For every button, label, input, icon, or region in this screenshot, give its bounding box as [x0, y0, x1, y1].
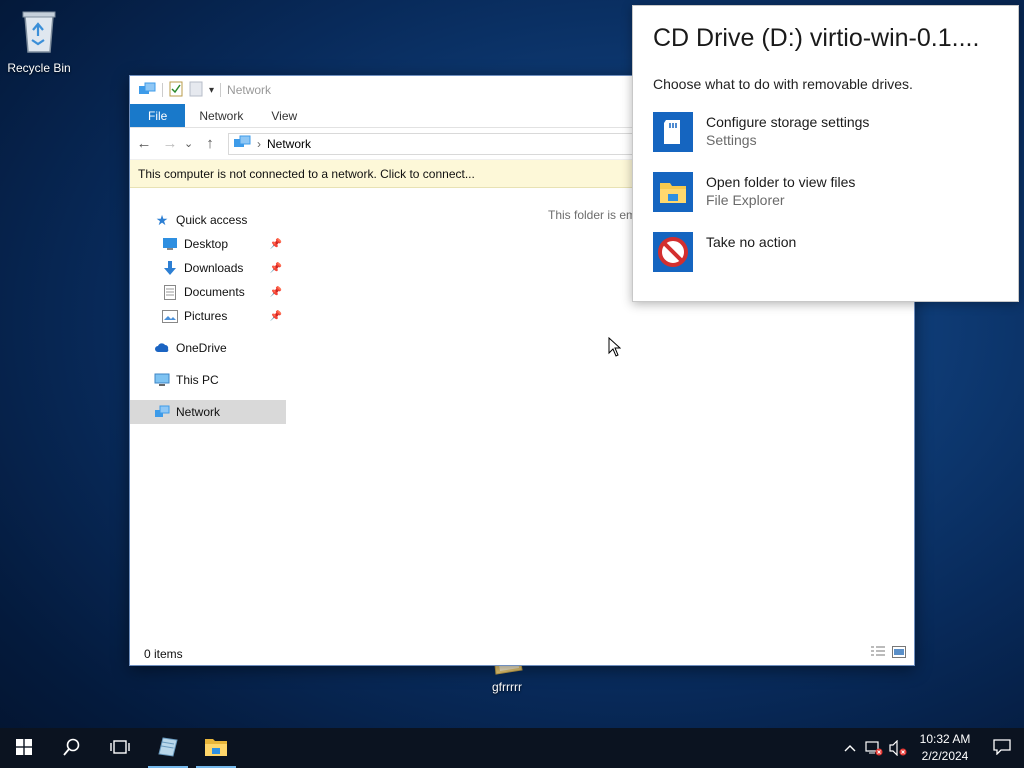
option-label: Open folder to view files [706, 174, 856, 190]
recent-locations-button[interactable]: ⌄ [184, 137, 193, 150]
start-icon [16, 738, 32, 758]
empty-folder-message: This folder is em [548, 208, 637, 222]
large-icons-view-icon[interactable] [892, 646, 906, 661]
network-icon [233, 135, 251, 152]
nav-label: OneDrive [176, 341, 227, 355]
clock-time: 10:32 AM [919, 732, 971, 746]
tab-view[interactable]: View [257, 104, 311, 127]
clock[interactable]: 10:32 AM 2/2/2024 [910, 731, 980, 765]
nav-label: Network [176, 405, 221, 419]
pin-icon: 📌 [269, 262, 282, 274]
file-explorer-icon [204, 737, 228, 760]
tab-network[interactable]: Network [185, 104, 257, 127]
option-label: Take no action [706, 234, 797, 250]
star-icon: ★ [155, 211, 169, 228]
nav-label: Downloads [184, 261, 244, 275]
task-view-icon [109, 739, 131, 758]
recycle-bin-icon [1, 8, 77, 57]
customize-toolbar-icon[interactable]: ▾ [209, 85, 214, 96]
new-folder-icon[interactable] [189, 81, 203, 100]
network-icon [154, 404, 170, 420]
nav-label: Pictures [184, 309, 228, 323]
start-button[interactable] [0, 728, 48, 768]
autoplay-title: CD Drive (D:) virtio-win-0.1.... [653, 24, 980, 52]
nav-label: This PC [176, 373, 219, 387]
storage-settings-icon [653, 112, 693, 152]
autoplay-prompt: Choose what to do with removable drives. [653, 76, 913, 92]
nav-network[interactable]: Network [130, 400, 286, 424]
up-button[interactable]: ↑ [202, 135, 218, 152]
navigation-pane: ★ Quick access Desktop 📌 Downloads 📌 Doc… [130, 192, 286, 643]
computer-icon [154, 372, 170, 388]
clock-date: 2/2/2024 [921, 749, 969, 763]
nav-label: Quick access [176, 213, 248, 227]
tab-file[interactable]: File [130, 104, 186, 127]
system-tray: 10:32 AM 2/2/2024 [838, 728, 1024, 768]
option-label: Configure storage settings [706, 114, 870, 130]
network-disconnected-icon[interactable] [862, 728, 886, 768]
no-action-icon [653, 232, 693, 272]
downloads-icon [162, 260, 178, 276]
file-explorer-icon [653, 172, 693, 212]
details-view-icon[interactable] [870, 646, 886, 661]
server-manager-icon [157, 736, 179, 761]
nav-onedrive[interactable]: OneDrive [130, 336, 286, 360]
breadcrumb-network[interactable]: Network [267, 137, 311, 151]
nav-this-pc[interactable]: This PC [130, 368, 286, 392]
chevron-up-icon[interactable] [838, 728, 862, 768]
desktop-icon-label: Recycle Bin [7, 61, 71, 75]
nav-documents[interactable]: Documents 📌 [130, 280, 286, 304]
view-switcher [870, 646, 906, 661]
taskbar-file-explorer[interactable] [192, 728, 240, 768]
divider [162, 83, 163, 97]
window-title: Network [227, 83, 272, 97]
network-icon [138, 81, 156, 100]
taskbar: 10:32 AM 2/2/2024 [0, 728, 1024, 768]
option-sublabel: Settings [706, 132, 757, 148]
search-button[interactable] [48, 728, 96, 768]
back-button[interactable]: ← [136, 135, 152, 152]
pin-icon: 📌 [269, 310, 282, 322]
notification-icon [993, 738, 1011, 758]
taskbar-server-manager[interactable] [144, 728, 192, 768]
breadcrumb-separator: › [257, 136, 261, 151]
desktop-icon-recycle-bin[interactable]: Recycle Bin [1, 8, 77, 75]
nav-pictures[interactable]: Pictures 📌 [130, 304, 286, 328]
nav-downloads[interactable]: Downloads 📌 [130, 256, 286, 280]
search-icon [63, 738, 81, 759]
mouse-cursor [608, 336, 622, 360]
option-sublabel: File Explorer [706, 192, 785, 208]
option-take-no-action[interactable]: Take no action [653, 232, 796, 274]
pin-icon: 📌 [269, 286, 282, 298]
desktop-icon [162, 236, 178, 252]
autoplay-panel: CD Drive (D:) virtio-win-0.1.... Choose … [632, 5, 1019, 302]
properties-icon[interactable] [169, 81, 183, 100]
forward-button[interactable]: → [162, 135, 178, 152]
nav-label: Desktop [184, 237, 229, 251]
task-view-button[interactable] [96, 728, 144, 768]
option-configure-storage[interactable]: Configure storage settings Settings [653, 112, 869, 154]
volume-muted-icon[interactable] [886, 728, 910, 768]
nav-quick-access[interactable]: ★ Quick access [130, 208, 286, 232]
pictures-icon [162, 308, 178, 324]
pin-icon: 📌 [269, 238, 282, 250]
nav-desktop[interactable]: Desktop 📌 [130, 232, 286, 256]
nav-label: Documents [184, 285, 245, 299]
cloud-icon [154, 340, 170, 356]
action-center-button[interactable] [980, 728, 1024, 768]
divider [220, 83, 222, 97]
option-open-folder[interactable]: Open folder to view files File Explorer [653, 172, 855, 214]
item-count: 0 items [144, 647, 183, 661]
documents-icon [162, 284, 178, 300]
desktop-icon-label: gfrrrrr [492, 680, 522, 694]
status-bar: 0 items [130, 643, 914, 665]
